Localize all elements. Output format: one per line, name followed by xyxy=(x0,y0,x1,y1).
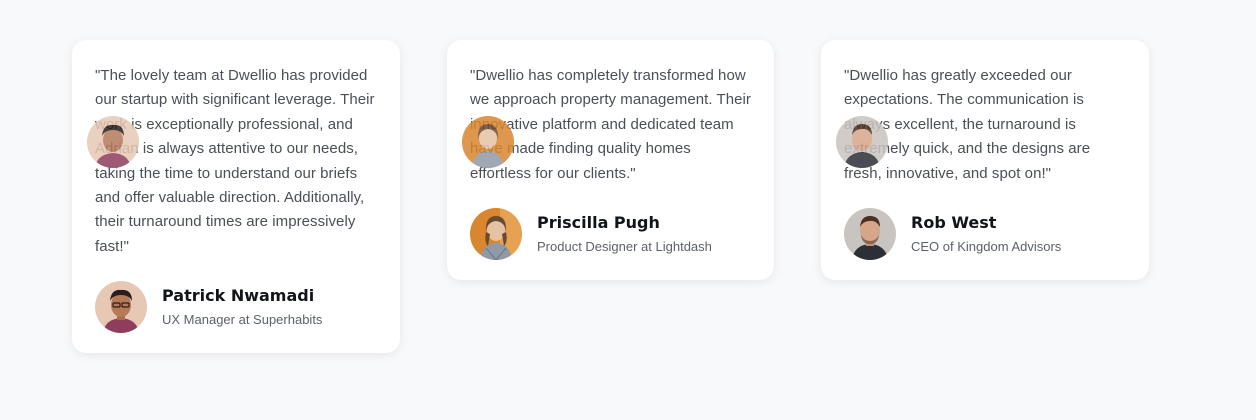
author-role: UX Manager at Superhabits xyxy=(162,312,323,328)
author-name: Patrick Nwamadi xyxy=(162,286,315,306)
person-avatar-icon xyxy=(844,208,896,261)
testimonial-author: Priscilla Pugh Product Designer at Light… xyxy=(470,208,751,261)
testimonial-quote: "The lovely team at Dwellio has provided… xyxy=(95,67,375,255)
author-role: CEO of Kingdom Advisors xyxy=(911,239,1062,255)
author-role: Product Designer at Lightdash xyxy=(537,239,712,255)
floating-avatar-icon xyxy=(87,116,139,168)
testimonial-quote: "Dwellio has greatly exceeded our expect… xyxy=(844,67,1091,182)
floating-avatar-icon xyxy=(462,116,514,168)
testimonial-author: Rob West CEO of Kingdom Advisors xyxy=(844,208,1126,261)
author-name: Priscilla Pugh xyxy=(537,213,660,233)
testimonial-quote: "Dwellio has completely transformed how … xyxy=(470,67,751,182)
testimonial-author: Patrick Nwamadi UX Manager at Superhabit… xyxy=(95,281,377,334)
person-avatar-icon xyxy=(95,281,147,334)
person-avatar-icon xyxy=(470,208,522,261)
author-name: Rob West xyxy=(911,213,997,233)
floating-avatar-icon xyxy=(836,116,888,168)
testimonial-card: "The lovely team at Dwellio has provided… xyxy=(72,40,400,353)
